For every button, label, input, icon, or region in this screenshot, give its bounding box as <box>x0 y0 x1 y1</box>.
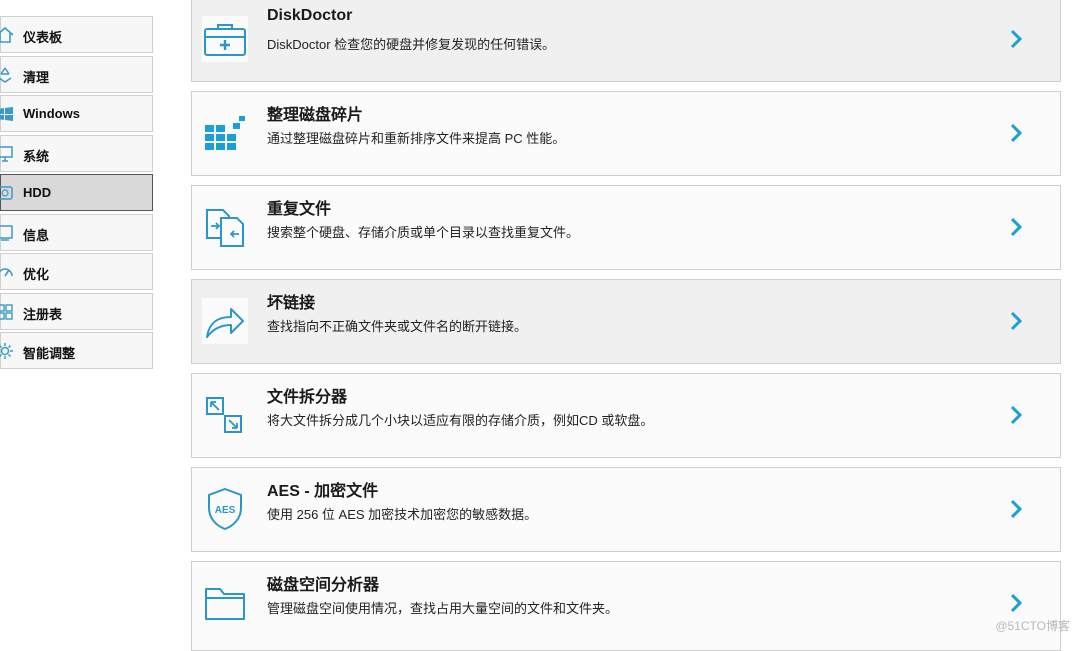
tool-title: 坏链接 <box>267 293 316 312</box>
folder-icon <box>202 580 248 626</box>
duplicate-files-icon <box>202 204 248 250</box>
watermark: @51CTO博客 <box>995 619 1070 633</box>
sidebar-item-system[interactable]: 系统 <box>0 134 153 172</box>
sidebar-item-label: 优化 <box>23 267 50 282</box>
tool-description: 将大文件拆分成几个小块以适应有限的存储介质，例如CD 或软盘。 <box>267 413 654 428</box>
sidebar-item-dashboard[interactable]: 仪表板 <box>0 16 153 53</box>
tool-title: AES - 加密文件 <box>267 483 379 500</box>
tool-title: 文件拆分器 <box>267 387 348 406</box>
sidebar-item-label: 注册表 <box>23 306 63 322</box>
tool-description: 使用 256 位 AES 加密技术加密您的敏感数据。 <box>267 507 538 522</box>
tool-description: 通过整理磁盘碎片和重新排序文件来提高 PC 性能。 <box>267 131 566 146</box>
sidebar-item-label: Windows <box>23 106 80 121</box>
chevron-right-icon[interactable] <box>1006 308 1026 334</box>
sidebar-item-registry[interactable]: 注册表 <box>0 292 153 330</box>
tool-card-diskdoctor[interactable]: DiskDoctor DiskDoctor 检查您的硬盘并修复发现的任何错误。 <box>191 0 1061 82</box>
sidebar-item-optimize[interactable]: 优化 <box>0 253 153 290</box>
chevron-right-icon[interactable] <box>1006 120 1026 146</box>
sidebar-item-label: 系统 <box>23 148 50 164</box>
sidebar-item-info[interactable]: 信息 <box>0 213 153 251</box>
svg-text:AES: AES <box>215 505 236 516</box>
registry-icon <box>0 302 15 322</box>
tool-card-broken-links[interactable]: 坏链接 查找指向不正确文件夹或文件名的断开链接。 <box>191 279 1061 364</box>
info-icon <box>0 223 15 243</box>
tool-description: DiskDoctor 检查您的硬盘并修复发现的任何错误。 <box>267 37 556 52</box>
sidebar-item-smart-tune[interactable]: 智能调整 <box>0 332 153 369</box>
computer-icon <box>0 144 15 164</box>
sidebar-item-label: 清理 <box>23 69 50 85</box>
tool-card-aes-encrypt[interactable]: AES AES - 加密文件 使用 256 位 AES 加密技术加密您的敏感数据… <box>191 467 1061 552</box>
sidebar-item-windows[interactable]: Windows <box>0 95 153 132</box>
speedometer-icon <box>0 262 15 282</box>
tool-card-duplicate-files[interactable]: 重复文件 搜索整个硬盘、存储介质或单个目录以查找重复文件。 <box>191 185 1061 270</box>
aes-shield-icon: AES <box>202 486 248 532</box>
gear-icon <box>0 341 15 361</box>
file-splitter-icon <box>202 392 248 438</box>
chevron-right-icon[interactable] <box>1006 214 1026 240</box>
recycle-icon <box>0 65 15 85</box>
tool-title: 整理磁盘碎片 <box>267 105 364 124</box>
hard-drive-icon <box>0 183 15 203</box>
chevron-right-icon[interactable] <box>1006 26 1026 52</box>
broken-link-arrow-icon <box>202 298 248 344</box>
dashboard-icon <box>0 25 15 45</box>
sidebar-item-label: 智能调整 <box>23 346 76 361</box>
sidebar-item-clean[interactable]: 清理 <box>0 55 153 93</box>
chevron-right-icon[interactable] <box>1006 496 1026 522</box>
sidebar-nav: 仪表板 清理 Windows 系统 HDD 信息 优化 注册表 智能调整 <box>0 16 154 372</box>
sidebar-item-label: 信息 <box>23 227 50 243</box>
first-aid-kit-icon <box>202 16 248 62</box>
defrag-blocks-icon <box>202 110 248 156</box>
tool-description: 管理磁盘空间使用情况，查找占用大量空间的文件和文件夹。 <box>267 601 619 616</box>
sidebar-item-hdd[interactable]: HDD <box>0 174 153 211</box>
tool-description: 搜索整个硬盘、存储介质或单个目录以查找重复文件。 <box>267 225 580 240</box>
tool-card-disk-space-analyzer[interactable]: 磁盘空间分析器 管理磁盘空间使用情况，查找占用大量空间的文件和文件夹。 <box>191 561 1061 651</box>
tool-description: 查找指向不正确文件夹或文件名的断开链接。 <box>267 319 528 334</box>
tool-title: 重复文件 <box>267 199 332 218</box>
chevron-right-icon[interactable] <box>1006 590 1026 616</box>
sidebar-item-label: 仪表板 <box>23 30 63 45</box>
tool-card-file-splitter[interactable]: 文件拆分器 将大文件拆分成几个小块以适应有限的存储介质，例如CD 或软盘。 <box>191 373 1061 458</box>
chevron-right-icon[interactable] <box>1006 402 1026 428</box>
tool-title: 磁盘空间分析器 <box>267 575 380 594</box>
tool-card-defrag[interactable]: 整理磁盘碎片 通过整理磁盘碎片和重新排序文件来提高 PC 性能。 <box>191 91 1061 176</box>
sidebar-item-label: HDD <box>23 185 52 200</box>
windows-icon <box>0 104 15 124</box>
tool-title: DiskDoctor <box>267 7 353 24</box>
